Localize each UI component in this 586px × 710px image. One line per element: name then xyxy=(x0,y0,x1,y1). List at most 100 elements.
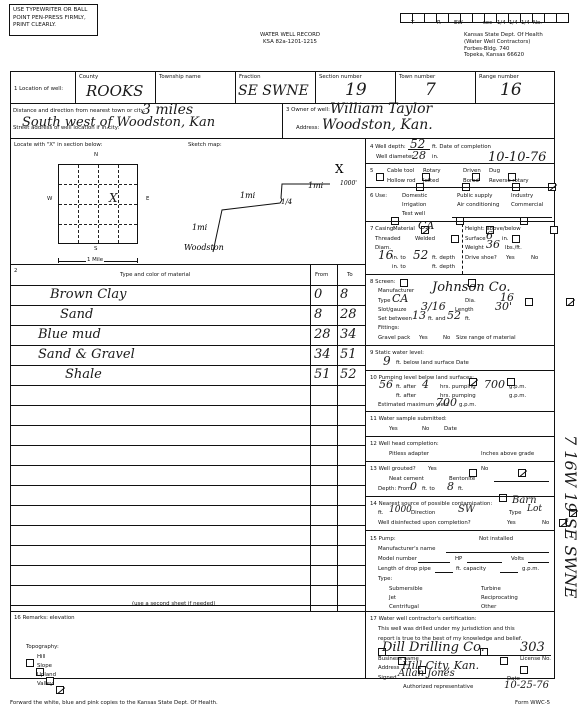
divider xyxy=(475,71,476,103)
divider xyxy=(462,224,463,274)
license-number-value[interactable]: 303 xyxy=(520,640,545,655)
grout-other-line[interactable] xyxy=(494,473,549,482)
pumping-ft-value[interactable]: 56 xyxy=(379,378,393,391)
owner-address-value[interactable]: Woodston, Kan. xyxy=(322,117,433,133)
authorized-rep-label: Authorized representative xyxy=(403,684,474,690)
business-name-value[interactable]: Dill Drilling Co. xyxy=(382,640,485,655)
material-cell[interactable]: Sand & Gravel xyxy=(38,347,135,362)
to-cell[interactable]: 51 xyxy=(340,347,357,362)
from-cell[interactable]: 8 xyxy=(314,307,322,322)
topography-checkbox[interactable] xyxy=(56,685,64,694)
section-grid[interactable]: X xyxy=(58,164,138,244)
section-number-value[interactable]: 19 xyxy=(345,80,367,100)
code-box[interactable] xyxy=(556,13,569,23)
set-between-label: Set between xyxy=(378,316,412,322)
drive-shoe-yes-checkbox[interactable] xyxy=(525,297,534,306)
agency-line: Kansas State Dept. Of Health xyxy=(464,32,543,38)
casing-material-label: Material xyxy=(393,226,415,232)
from-cell[interactable]: 51 xyxy=(314,367,331,382)
material-cell[interactable]: Sand xyxy=(60,307,93,322)
divider xyxy=(75,71,76,103)
pump-type-label: Jet xyxy=(389,595,397,601)
drill-method-label: Rotary xyxy=(423,168,441,174)
pump-manufacturer-line[interactable] xyxy=(446,545,549,553)
threaded-checkbox[interactable] xyxy=(400,278,408,287)
grout-from-value[interactable]: 0 xyxy=(410,480,417,493)
use-other-line[interactable] xyxy=(452,208,552,218)
hp-line[interactable] xyxy=(467,555,502,563)
to-cell[interactable]: 8 xyxy=(340,287,348,302)
use-other-checkbox[interactable] xyxy=(512,234,520,243)
well-diameter-value[interactable]: 28 xyxy=(412,149,426,162)
owner-value[interactable]: William Taylor xyxy=(330,101,432,117)
contamination-distance-value[interactable]: 1000 xyxy=(389,505,412,515)
drive-shoe-no-checkbox[interactable] xyxy=(566,297,575,306)
pump-type-checkbox[interactable] xyxy=(500,656,508,665)
set-ft-label: ft. xyxy=(465,316,471,322)
compass-e: E xyxy=(146,196,150,202)
drill-method-checkbox[interactable] xyxy=(376,172,384,181)
drop-pipe-label: Length of drop pipe xyxy=(378,566,431,572)
pitless-checkbox[interactable] xyxy=(498,493,507,502)
town-number-value[interactable]: 7 xyxy=(425,80,436,100)
volts-line[interactable] xyxy=(528,555,549,563)
gravel-no-label: No xyxy=(443,335,451,341)
drill-method-label: Dug xyxy=(489,168,500,174)
county-label: County xyxy=(79,74,99,80)
from-cell[interactable]: 34 xyxy=(314,347,331,362)
weight-value[interactable]: 36 xyxy=(486,238,500,251)
sketch-map-drawing: 1mi 1mi 1/4 1mi 1000' Woodston X xyxy=(184,162,357,253)
direction-value[interactable]: SW xyxy=(458,504,475,515)
to-cell[interactable]: 28 xyxy=(340,307,357,322)
from-cell[interactable]: 0 xyxy=(314,287,322,302)
grout-to-value[interactable]: 8 xyxy=(447,480,454,493)
screen-type-value[interactable]: CA xyxy=(392,292,408,305)
model-number-line[interactable] xyxy=(418,555,450,563)
form-number: Form WWC-5 xyxy=(515,700,551,706)
divider xyxy=(10,285,365,286)
casing-depth-value[interactable]: 52 xyxy=(413,248,428,262)
material-cell[interactable]: Shale xyxy=(65,367,102,382)
material-header: Type and color of material xyxy=(120,272,191,278)
set-from-value[interactable]: 13 xyxy=(412,309,426,322)
in-to-label-2: in. to xyxy=(392,264,406,270)
use-checkbox[interactable] xyxy=(451,234,459,243)
agency-line: Forbes-Bldg. 740 xyxy=(464,45,510,52)
range-number-value[interactable]: 16 xyxy=(500,80,522,100)
from-cell[interactable]: 28 xyxy=(314,327,331,342)
contam-type-value[interactable]: Lot xyxy=(527,504,542,514)
pump-type-checkbox[interactable] xyxy=(520,665,528,674)
cert-date-value[interactable]: 10-25-76 xyxy=(504,680,549,691)
length-value[interactable]: 30' xyxy=(495,300,512,313)
pumping-gpm-value[interactable]: 700 xyxy=(484,378,505,391)
material-cell[interactable]: Brown Clay xyxy=(50,287,126,302)
static-water-value[interactable]: 9 xyxy=(383,354,391,368)
hrs-pumping-label: hrs. pumping xyxy=(440,384,476,390)
drill-method-label: Cable tool xyxy=(387,168,415,174)
table-rule xyxy=(10,425,365,426)
street-address-value[interactable]: South west of Woodston, Kan xyxy=(22,115,215,130)
township-label: Township name xyxy=(159,74,201,80)
drill-method-label: Reverse rotary xyxy=(489,178,529,184)
threaded-label: Threaded xyxy=(375,236,401,242)
topography-checkbox[interactable] xyxy=(26,658,34,667)
ft-after-label-2: ft. after xyxy=(396,393,417,399)
to-cell[interactable]: 52 xyxy=(340,367,357,382)
material-cell[interactable]: Blue mud xyxy=(38,327,101,342)
casing-material-value[interactable]: CA xyxy=(418,219,434,232)
screen-manufacturer-value[interactable]: Johnson Co. xyxy=(432,280,510,295)
set-to-value[interactable]: 52 xyxy=(447,309,461,322)
sketch-note: 1mi xyxy=(192,223,208,232)
depth-from-label: Depth: From xyxy=(378,486,412,492)
fraction-value[interactable]: SE SWNE xyxy=(238,83,309,99)
drop-pipe-line[interactable] xyxy=(435,565,453,573)
capacity-line[interactable] xyxy=(500,565,518,573)
pump-type-label: Centrifugal xyxy=(389,604,419,610)
county-value[interactable]: ROOKS xyxy=(86,82,143,100)
max-yield-value[interactable]: 700 xyxy=(436,396,457,409)
casing-diam-value[interactable]: 16 xyxy=(378,248,393,262)
use-checkbox[interactable] xyxy=(550,225,558,234)
to-cell[interactable]: 34 xyxy=(340,327,357,342)
signature-value[interactable]: Allan Jones xyxy=(398,668,455,679)
pumping-hrs-value[interactable]: 4 xyxy=(422,378,429,391)
